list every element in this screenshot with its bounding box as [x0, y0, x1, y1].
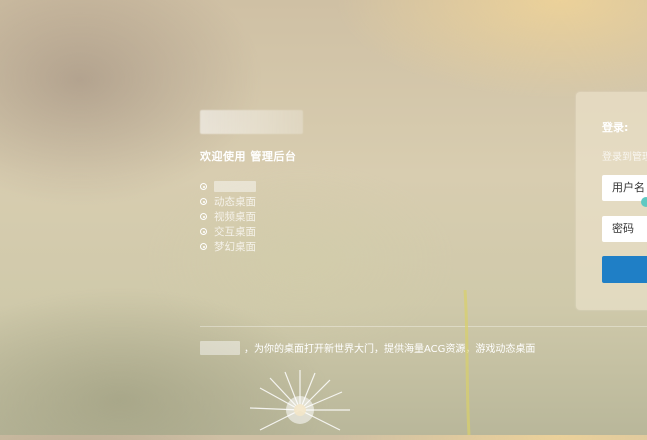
list-item-label: 交互桌面: [214, 226, 256, 238]
login-button[interactable]: [602, 256, 647, 283]
footer: ，为你的桌面打开新世界大门，提供海量ACG资源，游戏动态桌面: [200, 340, 535, 355]
welcome-heading: 欢迎使用 管理后台: [200, 150, 297, 163]
brand-name-blurred: [200, 340, 240, 355]
footer-text: ，为你的桌面打开新世界大门，提供海量ACG资源，游戏动态桌面: [244, 344, 536, 355]
username-input[interactable]: 用户名: [602, 175, 647, 201]
list-item: 动态桌面: [200, 194, 256, 209]
circle-bullet-icon: [200, 198, 207, 205]
circle-bullet-icon: [200, 213, 207, 220]
list-item-label: 梦幻桌面: [214, 241, 256, 253]
divider: [200, 326, 647, 327]
circle-bullet-icon: [200, 243, 207, 250]
list-item: 交互桌面: [200, 224, 256, 239]
list-item: 梦幻桌面: [200, 239, 256, 254]
login-title: 登录:: [602, 121, 629, 134]
list-item-label: 视频桌面: [214, 211, 256, 223]
feature-list: 动态桌面 视频桌面 交互桌面 梦幻桌面: [200, 179, 256, 254]
circle-bullet-icon: [200, 183, 207, 190]
list-item-label: 动态桌面: [214, 196, 256, 208]
password-input[interactable]: 密码: [602, 216, 647, 242]
logo-blurred: [200, 110, 303, 134]
circle-bullet-icon: [200, 228, 207, 235]
login-subtitle: 登录到管理: [602, 152, 647, 163]
flower-stem-decoration: [463, 290, 471, 435]
list-item: [200, 179, 256, 194]
list-item: 视频桌面: [200, 209, 256, 224]
list-item-label-blurred: [214, 181, 256, 192]
float-widget-icon[interactable]: [641, 197, 647, 207]
dandelion-decoration: [249, 370, 350, 431]
